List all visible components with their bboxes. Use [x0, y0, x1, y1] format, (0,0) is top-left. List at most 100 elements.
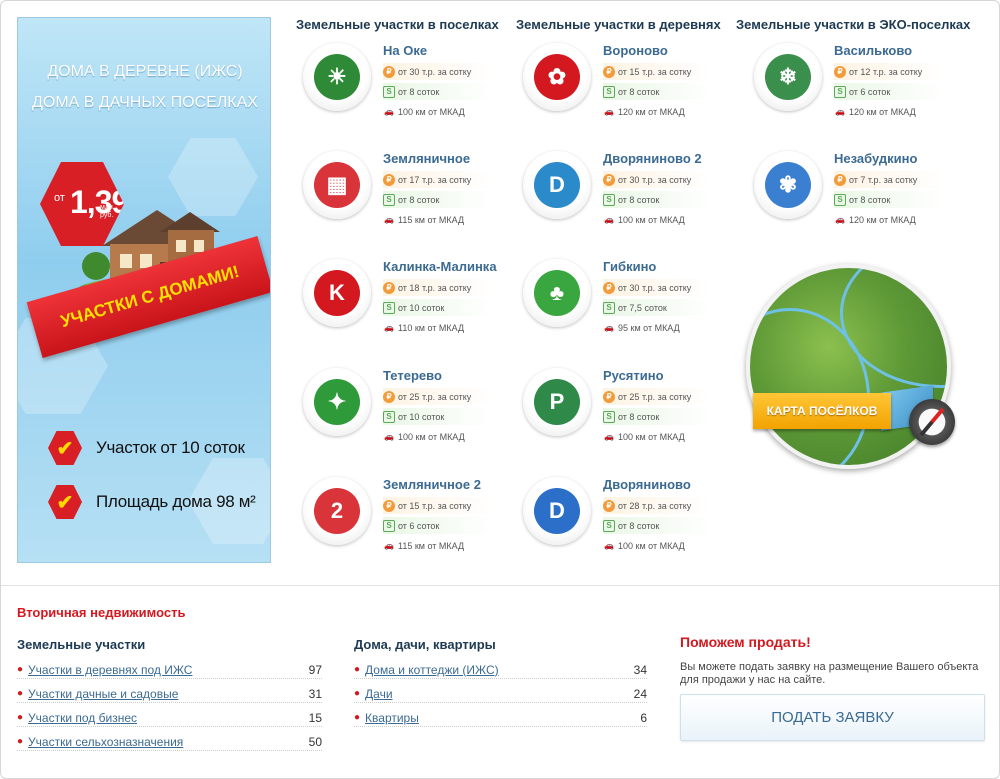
houses-link[interactable]: Дома и коттеджи (ИЖС) — [365, 663, 499, 677]
distance-text: 95 км от МКАД — [618, 322, 680, 333]
settlement-logo[interactable]: ❄ — [754, 43, 822, 111]
settlement-logo[interactable]: ☀ — [303, 43, 371, 111]
column-title-villages: Земельные участки в поселках — [296, 17, 499, 32]
list-item: ● Участки в деревнях под ИЖС 97 — [17, 661, 322, 679]
settlement-card[interactable]: ✾ Незабудкино ₽ от 7 т.р. за сотку Sот 8 сот… — [754, 151, 964, 241]
bullet-icon: ● — [354, 712, 361, 723]
letter-d-icon: D — [534, 488, 580, 534]
land-link[interactable]: Участки в деревнях под ИЖС — [28, 663, 192, 677]
item-count: 31 — [308, 686, 322, 701]
column-title-eco: Земельные участки в ЭКО-поселках — [736, 17, 971, 32]
price-row: ₽ от 30 т.р. за сотку — [603, 279, 713, 296]
distance-text: 100 км от МКАД — [618, 214, 685, 225]
distance-row: 🚗 120 км от МКАД — [834, 211, 944, 228]
houses-link[interactable]: Дачи — [365, 687, 393, 701]
promo-banner[interactable]: ДОМА В ДЕРЕВНЕ (ИЖС) ДОМА В ДАЧНЫХ ПОСЕЛ… — [17, 17, 271, 563]
settlement-card[interactable]: ☀ На Оке ₽ от 30 т.р. за сотку Sот 8 соток 🚗 1… — [303, 43, 513, 133]
area-icon: S — [383, 301, 395, 314]
houses-title: Дома, дачи, квартиры — [354, 637, 496, 652]
price-icon: ₽ — [603, 390, 615, 403]
distance-row: 🚗 100 км от МКАД — [383, 428, 493, 445]
bullet-icon: ● — [17, 688, 24, 699]
price-prefix: от — [54, 192, 65, 204]
distance-row: 🚗 120 км от МКАД — [834, 103, 944, 120]
item-count: 50 — [308, 734, 322, 749]
price-icon: ₽ — [603, 173, 615, 186]
settlement-logo[interactable]: ✦ — [303, 368, 371, 436]
price-text: от 25 т.р. за сотку — [398, 391, 472, 402]
settlement-logo[interactable]: P — [523, 368, 591, 436]
settlement-logo[interactable]: ✾ — [754, 151, 822, 219]
settlement-card[interactable]: D Дворяниново ₽ от 28 т.р. за сотку Sот 8 со… — [523, 477, 733, 567]
settlement-name[interactable]: Калинка-Малинка — [383, 259, 497, 274]
price-row: ₽ от 30 т.р. за сотку — [383, 63, 493, 80]
cornflower-icon: ❄ — [765, 54, 811, 100]
settlement-card[interactable]: K Калинка-Малинка ₽ от 18 т.р. за сотку Sот … — [303, 259, 513, 349]
price-icon: ₽ — [834, 65, 846, 78]
price-text: от 28 т.р. за сотку — [618, 500, 692, 511]
letter-p-icon: P — [534, 379, 580, 425]
settlement-name[interactable]: Вороново — [603, 43, 668, 58]
area-icon: S — [603, 519, 615, 532]
area-icon: S — [603, 193, 615, 206]
area-icon: S — [603, 85, 615, 98]
tree-icon: ♣ — [534, 270, 580, 316]
land-link[interactable]: Участки под бизнес — [28, 711, 137, 725]
settlement-logo[interactable]: ▦ — [303, 151, 371, 219]
settlement-card[interactable]: ❄ Васильково ₽ от 12 т.р. за сотку Sот 6 сот… — [754, 43, 964, 133]
settlement-card[interactable]: P Русятино ₽ от 25 т.р. за сотку Sот 8 соток… — [523, 368, 733, 458]
area-row: Sот 10 соток — [383, 299, 493, 316]
price-row: ₽ от 7 т.р. за сотку — [834, 171, 944, 188]
settlement-name[interactable]: На Оке — [383, 43, 427, 58]
settlement-card[interactable]: 2 Земляничное 2 ₽ от 15 т.р. за сотку Sот 6 … — [303, 477, 513, 567]
price-icon: ₽ — [383, 281, 395, 294]
settlement-name[interactable]: Земляничное 2 — [383, 477, 481, 492]
price-text: от 15 т.р. за сотку — [398, 500, 472, 511]
area-icon: S — [383, 410, 395, 423]
settlement-logo[interactable]: D — [523, 151, 591, 219]
settlement-card[interactable]: D Дворяниново 2 ₽ от 30 т.р. за сотку Sот 8 … — [523, 151, 733, 241]
sun-field-icon: ☀ — [314, 54, 360, 100]
settlement-card[interactable]: ✿ Вороново ₽ от 15 т.р. за сотку Sот 8 соток… — [523, 43, 733, 133]
land-link[interactable]: Участки сельхозназначения — [28, 735, 183, 749]
area-text: от 10 соток — [398, 411, 445, 422]
settlement-logo[interactable]: ♣ — [523, 259, 591, 327]
settlement-name[interactable]: Дворяниново — [603, 477, 691, 492]
settlement-logo[interactable]: K — [303, 259, 371, 327]
area-row: Sот 6 соток — [383, 517, 493, 534]
settlement-name[interactable]: Дворяниново 2 — [603, 151, 702, 166]
settlement-name[interactable]: Гибкино — [603, 259, 656, 274]
checkmark-icon: ✔ — [48, 431, 82, 465]
settlement-logo[interactable]: D — [523, 477, 591, 545]
settlement-logo[interactable]: ✿ — [523, 43, 591, 111]
item-count: 6 — [640, 710, 647, 725]
price-text: от 15 т.р. за сотку — [618, 66, 692, 77]
land-link[interactable]: Участки дачные и садовые — [28, 687, 178, 701]
area-row: Sот 8 соток — [834, 191, 944, 208]
submit-request-button[interactable]: ПОДАТЬ ЗАЯВКУ — [680, 694, 985, 741]
houses-link[interactable]: Квартиры — [365, 711, 419, 725]
settlement-logo[interactable]: 2 — [303, 477, 371, 545]
settlement-name[interactable]: Тетерево — [383, 368, 442, 383]
distance-row: 🚗 100 км от МКАД — [603, 211, 713, 228]
item-count: 34 — [633, 662, 647, 677]
settlement-name[interactable]: Земляничное — [383, 151, 470, 166]
distance-row: 🚗 115 км от МКАД — [383, 537, 493, 554]
distance-text: 120 км от МКАД — [618, 106, 685, 117]
map-button[interactable]: КАРТА ПОСЁЛКОВ — [753, 393, 891, 429]
area-icon: S — [603, 410, 615, 423]
area-text: от 8 соток — [618, 194, 660, 205]
car-icon: 🚗 — [604, 323, 614, 332]
banner-title: ДОМА В ДЕРЕВНЕ (ИЖС) ДОМА В ДАЧНЫХ ПОСЕЛ… — [18, 56, 270, 118]
settlement-name[interactable]: Незабудкино — [834, 151, 917, 166]
car-icon: 🚗 — [384, 432, 394, 441]
settlement-name[interactable]: Васильково — [834, 43, 912, 58]
settlement-card[interactable]: ♣ Гибкино ₽ от 30 т.р. за сотку Sот 7,5 сото… — [523, 259, 733, 349]
price-text: от 30 т.р. за сотку — [618, 174, 692, 185]
price-icon: ₽ — [603, 281, 615, 294]
area-row: Sот 8 соток — [383, 83, 493, 100]
settlement-name[interactable]: Русятино — [603, 368, 664, 383]
settlement-card[interactable]: ▦ Земляничное ₽ от 17 т.р. за сотку Sот 8 со… — [303, 151, 513, 241]
settlement-card[interactable]: ✦ Тетерево ₽ от 25 т.р. за сотку Sот 10 сото… — [303, 368, 513, 458]
area-text: от 8 соток — [398, 86, 440, 97]
